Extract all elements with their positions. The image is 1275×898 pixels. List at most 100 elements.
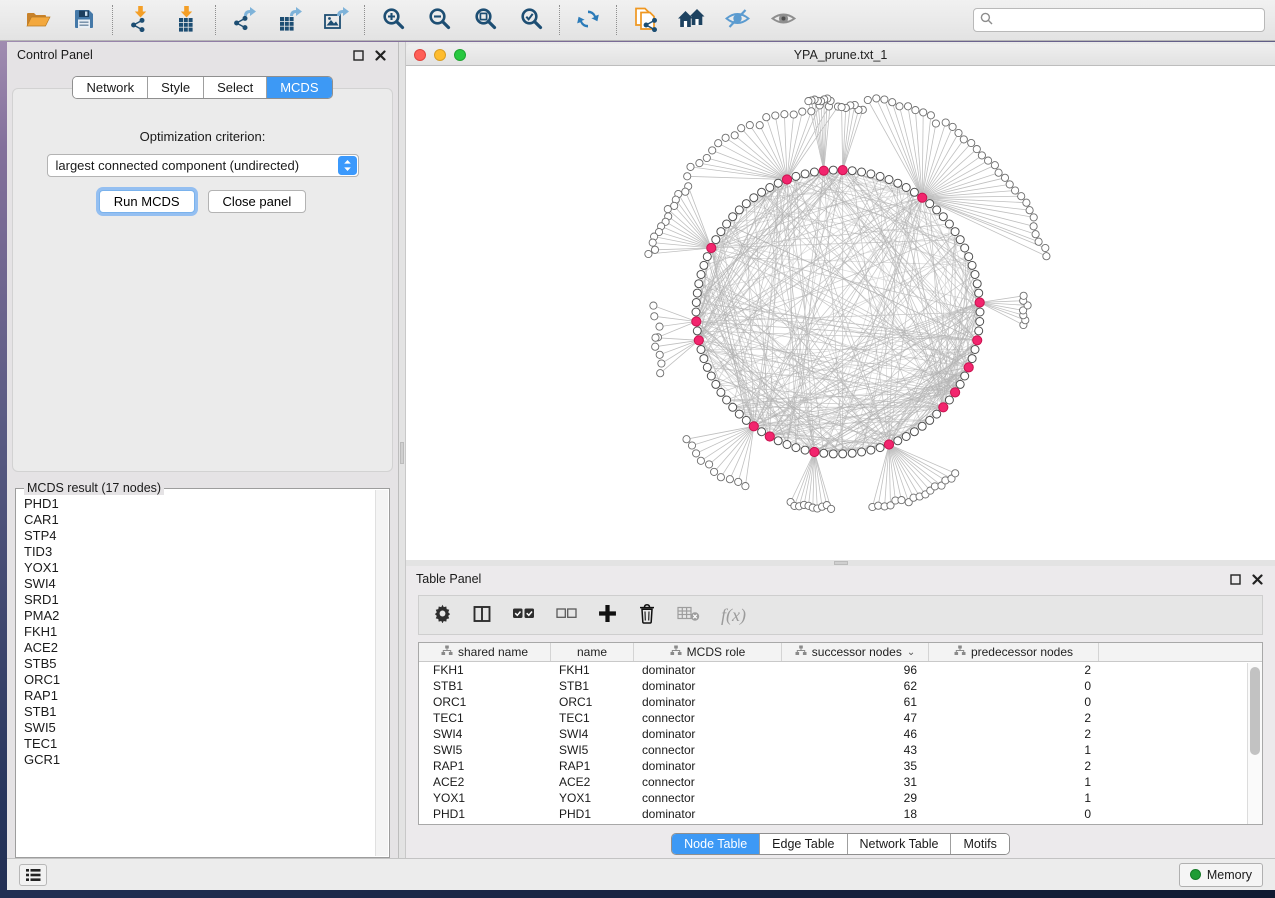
cell-successor-nodes[interactable]: 29 [782, 791, 929, 805]
cell-MCDS-role[interactable]: connector [634, 711, 782, 725]
table-scrollbar[interactable] [1247, 663, 1262, 824]
close-panel-button[interactable]: Close panel [208, 190, 307, 213]
cell-predecessor-nodes[interactable]: 1 [929, 791, 1099, 805]
search-box[interactable] [973, 8, 1265, 32]
cell-name[interactable]: SWI4 [551, 727, 634, 741]
cell-successor-nodes[interactable]: 47 [782, 711, 929, 725]
cell-MCDS-role[interactable]: dominator [634, 727, 782, 741]
cell-shared-name[interactable]: YOX1 [419, 791, 551, 805]
cell-predecessor-nodes[interactable]: 2 [929, 663, 1099, 677]
cell-successor-nodes[interactable]: 46 [782, 727, 929, 741]
mcds-result-item[interactable]: RAP1 [24, 688, 368, 704]
clone-network-button[interactable] [630, 5, 660, 35]
cell-shared-name[interactable]: PHD1 [419, 807, 551, 821]
cell-MCDS-role[interactable]: dominator [634, 807, 782, 821]
mcds-result-item[interactable]: PMA2 [24, 608, 368, 624]
cell-predecessor-nodes[interactable]: 0 [929, 807, 1099, 821]
table-row[interactable]: STB1STB1dominator620 [419, 678, 1262, 694]
column-header-name[interactable]: name [551, 643, 634, 661]
mcds-result-item[interactable]: CAR1 [24, 512, 368, 528]
column-header-predecessor-nodes[interactable]: predecessor nodes [929, 643, 1099, 661]
cell-MCDS-role[interactable]: connector [634, 743, 782, 757]
table-row[interactable]: YOX1YOX1connector291 [419, 790, 1262, 806]
table-row[interactable]: ACE2ACE2connector311 [419, 774, 1262, 790]
cell-predecessor-nodes[interactable]: 0 [929, 695, 1099, 709]
show-all-button[interactable] [768, 5, 798, 35]
import-table-button[interactable] [172, 5, 202, 35]
mcds-result-item[interactable]: FKH1 [24, 624, 368, 640]
mcds-result-item[interactable]: SWI5 [24, 720, 368, 736]
deselect-all-button[interactable] [556, 607, 577, 623]
cell-shared-name[interactable]: SWI4 [419, 727, 551, 741]
apply-layout-button[interactable] [573, 5, 603, 35]
zoom-in-button[interactable] [378, 5, 408, 35]
close-table-panel-icon[interactable] [1249, 571, 1265, 587]
column-button[interactable] [473, 605, 491, 626]
zoom-fit-button[interactable] [470, 5, 500, 35]
run-mcds-button[interactable]: Run MCDS [99, 190, 195, 213]
function-button[interactable]: f(x) [721, 605, 746, 626]
cell-successor-nodes[interactable]: 31 [782, 775, 929, 789]
select-all-button[interactable] [512, 606, 535, 624]
cell-name[interactable]: PHD1 [551, 807, 634, 821]
criterion-dropdown[interactable]: largest connected component (undirected) [47, 154, 359, 177]
mcds-result-item[interactable]: SRD1 [24, 592, 368, 608]
mcds-result-scrollbar[interactable] [375, 490, 388, 856]
export-image-button[interactable] [321, 5, 351, 35]
cell-MCDS-role[interactable]: dominator [634, 679, 782, 693]
first-neighbors-button[interactable] [676, 5, 706, 35]
export-table-button[interactable] [275, 5, 305, 35]
memory-button[interactable]: Memory [1179, 863, 1263, 887]
cell-name[interactable]: ACE2 [551, 775, 634, 789]
cell-successor-nodes[interactable]: 35 [782, 759, 929, 773]
cell-MCDS-role[interactable]: dominator [634, 663, 782, 677]
cell-predecessor-nodes[interactable]: 1 [929, 775, 1099, 789]
tab-network[interactable]: Network [73, 77, 148, 98]
mcds-result-item[interactable]: GCR1 [24, 752, 368, 768]
cell-shared-name[interactable]: FKH1 [419, 663, 551, 677]
table-row[interactable]: ORC1ORC1dominator610 [419, 694, 1262, 710]
network-canvas[interactable] [406, 66, 1275, 560]
cell-name[interactable]: FKH1 [551, 663, 634, 677]
cell-predecessor-nodes[interactable]: 2 [929, 759, 1099, 773]
cell-shared-name[interactable]: STB1 [419, 679, 551, 693]
table-row[interactable]: SWI5SWI5connector431 [419, 742, 1262, 758]
tab-select[interactable]: Select [204, 77, 267, 98]
cell-predecessor-nodes[interactable]: 2 [929, 727, 1099, 741]
cell-MCDS-role[interactable]: connector [634, 791, 782, 805]
tab-network-table[interactable]: Network Table [848, 834, 952, 854]
cell-shared-name[interactable]: SWI5 [419, 743, 551, 757]
cell-shared-name[interactable]: RAP1 [419, 759, 551, 773]
mcds-result-item[interactable]: TID3 [24, 544, 368, 560]
delete-table-button[interactable] [677, 605, 700, 625]
zoom-selected-button[interactable] [516, 5, 546, 35]
mcds-result-item[interactable]: STB5 [24, 656, 368, 672]
tab-edge-table[interactable]: Edge Table [760, 834, 847, 854]
column-header-successor-nodes[interactable]: successor nodes⌄ [782, 643, 929, 661]
cell-name[interactable]: TEC1 [551, 711, 634, 725]
tab-mcds[interactable]: MCDS [267, 77, 331, 98]
search-input[interactable] [998, 13, 1258, 27]
cell-shared-name[interactable]: ACE2 [419, 775, 551, 789]
network-graph[interactable] [406, 66, 1275, 560]
float-table-panel-icon[interactable] [1227, 571, 1243, 587]
gear-button[interactable] [433, 604, 452, 626]
mcds-result-item[interactable]: PHD1 [24, 496, 368, 512]
cell-shared-name[interactable]: ORC1 [419, 695, 551, 709]
mcds-result-item[interactable]: SWI4 [24, 576, 368, 592]
cell-successor-nodes[interactable]: 62 [782, 679, 929, 693]
cell-shared-name[interactable]: TEC1 [419, 711, 551, 725]
column-header-MCDS-role[interactable]: MCDS role [634, 643, 782, 661]
cell-successor-nodes[interactable]: 18 [782, 807, 929, 821]
table-row[interactable]: TEC1TEC1connector472 [419, 710, 1262, 726]
mcds-result-item[interactable]: TEC1 [24, 736, 368, 752]
cell-MCDS-role[interactable]: dominator [634, 759, 782, 773]
table-scrollbar-thumb[interactable] [1250, 667, 1260, 755]
cell-predecessor-nodes[interactable]: 2 [929, 711, 1099, 725]
column-header-shared-name[interactable]: shared name [419, 643, 551, 661]
cell-MCDS-role[interactable]: dominator [634, 695, 782, 709]
mcds-result-item[interactable]: STB1 [24, 704, 368, 720]
mcds-result-item[interactable]: ORC1 [24, 672, 368, 688]
table-row[interactable]: PHD1PHD1dominator180 [419, 806, 1262, 822]
cell-predecessor-nodes[interactable]: 0 [929, 679, 1099, 693]
